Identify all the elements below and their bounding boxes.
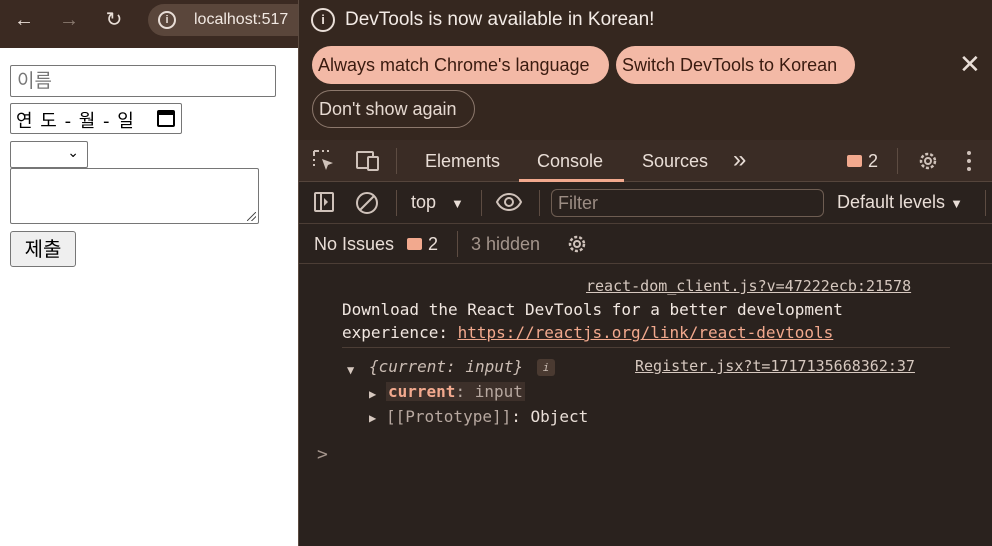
context-selector[interactable]: top ▼ xyxy=(411,192,464,213)
no-issues-label: No Issues xyxy=(314,234,395,254)
language-infobar: i DevTools is now available in Korean! A… xyxy=(299,0,992,140)
issues-link[interactable]: 2 xyxy=(407,234,438,255)
expand-triangle-icon[interactable]: ▼ xyxy=(347,363,354,377)
console-message: Download the React DevTools for a better… xyxy=(342,300,843,342)
devtools-panel: i DevTools is now available in Korean! A… xyxy=(298,0,992,546)
console-output: react-dom_client.js?v=47222ecb:21578 Dow… xyxy=(299,264,992,546)
console-toolbar: top ▼ Default levels ▼ xyxy=(299,182,992,224)
object-property[interactable]: current: input xyxy=(386,382,525,401)
object-preview[interactable]: {current: input} xyxy=(369,357,523,376)
close-icon[interactable]: ✕ xyxy=(959,49,981,80)
eye-icon[interactable] xyxy=(495,191,523,219)
date-input-placeholder: 연 도 - 월 - 일 xyxy=(16,111,135,132)
tab-console[interactable]: Console xyxy=(537,151,603,172)
separator xyxy=(985,190,986,216)
message-icon xyxy=(847,155,862,168)
issues-counter[interactable]: 2 xyxy=(847,151,878,172)
sidebar-toggle-icon[interactable] xyxy=(313,191,335,219)
inspect-element-icon[interactable] xyxy=(312,149,336,179)
reload-icon[interactable]: ↻ xyxy=(100,6,128,34)
select-dropdown[interactable]: ⌄ xyxy=(10,141,88,168)
issues-bar: No Issues 2 3 hidden xyxy=(299,224,992,264)
clear-console-icon[interactable] xyxy=(355,191,379,221)
source-link[interactable]: Register.jsx?t=1717135668362:37 xyxy=(635,357,915,375)
separator xyxy=(897,148,898,174)
name-input[interactable] xyxy=(10,65,276,97)
dont-show-again-button[interactable]: Don't show again xyxy=(312,90,475,128)
separator xyxy=(396,148,397,174)
browser-toolbar: ← → ↻ i localhost:517 xyxy=(0,0,318,48)
expand-triangle-icon[interactable]: ▶ xyxy=(369,387,376,401)
log-levels-dropdown[interactable]: Default levels ▼ xyxy=(837,192,963,213)
always-match-language-button[interactable]: Always match Chrome's language xyxy=(312,46,609,84)
source-link[interactable]: react-dom_client.js?v=47222ecb:21578 xyxy=(586,277,911,295)
kebab-menu-icon[interactable] xyxy=(965,149,973,179)
forward-arrow-icon[interactable]: → xyxy=(55,6,83,34)
devtools-tabbar: Elements Console Sources » 2 xyxy=(299,140,992,182)
textarea-field[interactable] xyxy=(10,168,259,224)
separator xyxy=(481,190,482,216)
separator xyxy=(342,347,950,348)
infobar-message: DevTools is now available in Korean! xyxy=(345,9,655,30)
separator xyxy=(539,190,540,216)
info-icon: i xyxy=(311,8,335,32)
separator xyxy=(457,231,458,257)
message-icon xyxy=(407,238,422,251)
prototype-property[interactable]: [[Prototype]]: Object xyxy=(386,407,588,426)
resize-grip-icon[interactable] xyxy=(247,212,256,221)
expand-triangle-icon[interactable]: ▶ xyxy=(369,411,376,425)
site-info-icon[interactable]: i xyxy=(158,11,176,29)
tab-sources[interactable]: Sources xyxy=(642,151,708,172)
calendar-icon[interactable] xyxy=(157,110,175,127)
submit-button[interactable]: 제출 xyxy=(10,231,76,267)
separator xyxy=(396,190,397,216)
tab-elements[interactable]: Elements xyxy=(425,151,500,172)
hidden-count-label: 3 hidden xyxy=(471,234,541,254)
url-text[interactable]: localhost:517 xyxy=(194,11,288,29)
gear-icon[interactable] xyxy=(916,149,940,179)
switch-to-korean-button[interactable]: Switch DevTools to Korean xyxy=(616,46,855,84)
gear-icon[interactable] xyxy=(565,232,589,262)
back-arrow-icon[interactable]: ← xyxy=(10,6,38,34)
device-toolbar-icon[interactable] xyxy=(355,149,381,179)
date-input[interactable]: 연 도 - 월 - 일 xyxy=(10,103,182,134)
web-page: 연 도 - 월 - 일 ⌄ 제출 xyxy=(0,48,298,546)
filter-input[interactable] xyxy=(551,189,824,217)
info-icon[interactable]: i xyxy=(537,359,555,376)
chevron-down-icon: ⌄ xyxy=(67,145,79,161)
devtools-link[interactable]: https://reactjs.org/link/react-devtools xyxy=(458,323,834,342)
console-prompt[interactable]: > xyxy=(317,444,328,465)
address-bar[interactable]: i localhost:517 xyxy=(148,4,318,36)
more-tabs-icon[interactable]: » xyxy=(733,146,746,174)
